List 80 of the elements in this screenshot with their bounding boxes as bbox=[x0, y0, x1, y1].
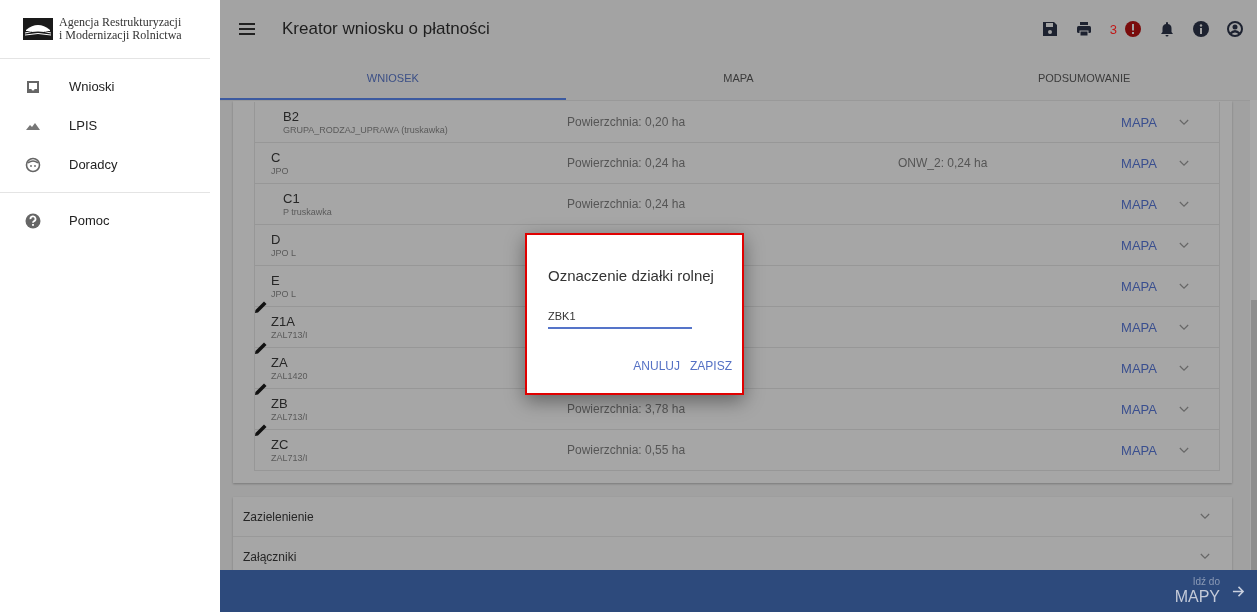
accordion-section[interactable]: Zazielenienie bbox=[233, 497, 1232, 537]
input-field[interactable]: ZBK1 bbox=[548, 307, 692, 329]
chevron-down-icon[interactable] bbox=[1179, 282, 1189, 290]
map-link[interactable]: MAPA bbox=[1121, 196, 1157, 212]
parcel-extra-area: ONW_2: 0,24 ha bbox=[898, 156, 988, 170]
parcel-row[interactable]: ZB ZAL713/I Powierzchnia: 3,78 ha MAPA bbox=[254, 389, 1220, 430]
agency-name: i Modernizacji Rolnictwa bbox=[59, 29, 182, 42]
tab[interactable]: PODSUMOWANIE bbox=[911, 58, 1257, 100]
parcel-name: ZB bbox=[271, 395, 288, 411]
parcel-row[interactable]: ZC ZAL713/I Powierzchnia: 0,55 ha MAPA bbox=[254, 430, 1220, 471]
info-icon[interactable] bbox=[1193, 21, 1209, 37]
parcel-name: ZC bbox=[271, 436, 289, 452]
map-link[interactable]: MAPA bbox=[1121, 360, 1157, 376]
parcel-name: D bbox=[271, 231, 281, 247]
parcel-area: Powierzchnia: 0,55 ha bbox=[567, 443, 686, 457]
inbox-icon bbox=[25, 78, 41, 95]
print-icon[interactable] bbox=[1075, 21, 1092, 37]
parcel-name: ZA bbox=[271, 354, 288, 370]
parcel-row[interactable]: C1 P truskawka Powierzchnia: 0,24 ha MAPA bbox=[254, 184, 1220, 225]
parcel-name: B2 bbox=[283, 108, 299, 124]
dialog-button[interactable]: ANULUJ bbox=[631, 357, 682, 375]
parcel-crop: ZAL1420 bbox=[271, 369, 308, 382]
chevron-down-icon[interactable] bbox=[1179, 159, 1189, 167]
parcel-name: Z1A bbox=[271, 313, 295, 329]
scrollbar[interactable] bbox=[1250, 100, 1257, 570]
parcel-crop: JPO bbox=[271, 164, 289, 177]
parcel-name: C1 bbox=[283, 190, 300, 206]
parcel-crop: ZAL713/I bbox=[271, 328, 308, 341]
parcel-area: Powierzchnia: 0,24 ha bbox=[567, 156, 686, 170]
pencil-icon[interactable] bbox=[254, 300, 268, 314]
parcel-name: C bbox=[271, 149, 281, 165]
chevron-down-icon[interactable] bbox=[1179, 241, 1189, 249]
save-icon[interactable] bbox=[1041, 21, 1058, 37]
account-icon[interactable] bbox=[1227, 21, 1243, 37]
map-link[interactable]: MAPA bbox=[1121, 442, 1157, 458]
chevron-down-icon[interactable] bbox=[1179, 405, 1189, 413]
nav-item[interactable]: Doradcy bbox=[0, 145, 210, 184]
chevron-down-icon[interactable] bbox=[1179, 118, 1189, 126]
chevron-down-icon[interactable] bbox=[1179, 364, 1189, 372]
dialog-title: Oznaczenie działki rolnej bbox=[548, 267, 715, 284]
chevron-down-icon[interactable] bbox=[1179, 323, 1189, 331]
agency-name: Agencja Restrukturyzacji bbox=[59, 16, 182, 29]
dialog-button[interactable]: ZAPISZ bbox=[688, 357, 734, 375]
parcel-row[interactable]: C JPO Powierzchnia: 0,24 ha ONW_2: 0,24 ha MAPA bbox=[254, 143, 1220, 184]
parcel-crop: JPO L bbox=[271, 287, 296, 300]
parcel-area: Powierzchnia: 0,20 ha bbox=[567, 115, 686, 129]
parcel-crop: ZAL713/I bbox=[271, 451, 308, 464]
map-link[interactable]: MAPA bbox=[1121, 278, 1157, 294]
go-to-map-button[interactable]: Idź do MAPY bbox=[1164, 570, 1257, 612]
alert-count: 3 bbox=[1109, 21, 1117, 37]
menu-icon[interactable] bbox=[239, 21, 255, 37]
alert-icon[interactable] bbox=[1125, 21, 1141, 37]
agency-logo-icon bbox=[23, 18, 53, 40]
face-icon bbox=[25, 156, 41, 173]
nav-item[interactable]: Pomoc bbox=[0, 201, 210, 240]
parcel-area: Powierzchnia: 3,78 ha bbox=[567, 402, 686, 416]
tab[interactable]: MAPA bbox=[565, 58, 912, 100]
parcel-row[interactable]: B2 GRUPA_RODZAJ_UPRAWA (truskawka) Powierzchnia: 0,20 ha MAPA bbox=[254, 102, 1220, 143]
parcel-crop: P truskawka bbox=[283, 205, 332, 218]
nav-item[interactable]: Wnioski bbox=[0, 67, 210, 106]
arrow-right-icon bbox=[1232, 584, 1245, 598]
help-icon bbox=[25, 212, 41, 229]
chevron-down-icon[interactable] bbox=[1179, 446, 1189, 454]
map-link[interactable]: MAPA bbox=[1121, 155, 1157, 171]
parcel-area: Powierzchnia: 0,24 ha bbox=[567, 197, 686, 211]
map-link[interactable]: MAPA bbox=[1121, 114, 1157, 130]
page-title: Kreator wniosku o płatności bbox=[282, 19, 490, 39]
parcel-crop: GRUPA_RODZAJ_UPRAWA (truskawka) bbox=[283, 123, 448, 136]
map-link[interactable]: MAPA bbox=[1121, 319, 1157, 335]
map-link[interactable]: MAPA bbox=[1121, 237, 1157, 253]
pencil-icon[interactable] bbox=[254, 382, 268, 396]
pencil-icon[interactable] bbox=[254, 423, 268, 437]
nav-item[interactable]: LPIS bbox=[0, 106, 210, 145]
pencil-icon[interactable] bbox=[254, 341, 268, 355]
parcel-name: E bbox=[271, 272, 280, 288]
parcel-crop: ZAL713/I bbox=[271, 410, 308, 423]
bell-icon[interactable] bbox=[1159, 21, 1175, 37]
parcel-crop: JPO L bbox=[271, 246, 296, 259]
chevron-down-icon[interactable] bbox=[1179, 200, 1189, 208]
map-link[interactable]: MAPA bbox=[1121, 401, 1157, 417]
